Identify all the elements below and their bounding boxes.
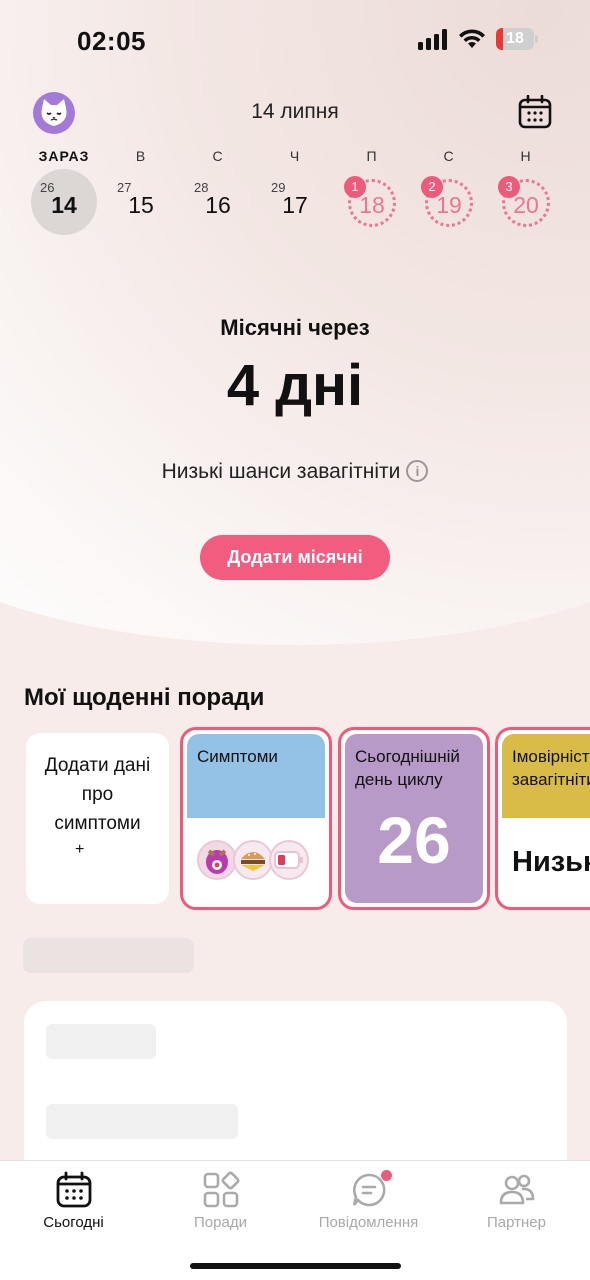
date-number: 18: [359, 192, 385, 218]
date-number: 17: [282, 192, 308, 218]
date-number: 15: [128, 192, 154, 218]
partner-icon: [499, 1174, 535, 1205]
month-title: 14 липня: [251, 100, 339, 123]
period-day-badge: 1: [344, 176, 366, 198]
day-today[interactable]: ЗАРАЗ 26 14: [28, 145, 100, 245]
pregnancy-title-line: Імовірність: [512, 747, 590, 766]
tab-label: Партнер: [487, 1214, 546, 1231]
app-screen: 02:05 18 14 липня ЗАРАЗ 26 14 В 27 15 С …: [0, 0, 590, 1280]
date-number: 19: [436, 192, 462, 218]
day-of-week: П: [366, 148, 378, 164]
day-item[interactable]: В 27 15: [105, 145, 177, 245]
cycle-day-title-line: день циклу: [355, 770, 443, 789]
add-symptoms-text: Додати дані про симптоми: [26, 751, 169, 838]
loading-placeholder-title: [23, 938, 194, 973]
symptom-icons: [197, 840, 325, 882]
status-time: 02:05: [77, 26, 146, 56]
tab-tips[interactable]: Поради: [147, 1161, 294, 1241]
tab-partner[interactable]: Партнер: [443, 1161, 590, 1241]
cramps-icon: [197, 840, 237, 880]
tab-label: Поради: [194, 1214, 247, 1231]
cellular-signal-icon: [418, 28, 450, 50]
day-of-week: Н: [520, 148, 532, 164]
cycle-day-card-title: Сьогоднішній день циклу: [355, 745, 460, 791]
tab-label: Сьогодні: [43, 1214, 104, 1231]
pregnancy-chance-text: Низькі шанси завагітніти i: [0, 460, 590, 484]
calendar-icon: [56, 1171, 92, 1208]
battery-indicator: 18: [496, 28, 538, 50]
add-symptoms-line: про: [81, 784, 114, 805]
day-of-week: С: [443, 148, 455, 164]
pregnancy-chance-label: Низькі шанси завагітніти: [161, 460, 401, 483]
add-symptoms-line: симптоми: [54, 813, 141, 834]
notification-dot: [381, 1170, 392, 1181]
loading-placeholder-line: [46, 1104, 238, 1139]
pregnancy-title-line: завагітніти: [512, 770, 590, 789]
pregnancy-chance-value: Низька: [512, 846, 590, 878]
home-indicator: [190, 1263, 401, 1269]
day-of-week: ЗАРАЗ: [38, 148, 90, 164]
cycle-day-tip-card[interactable]: Сьогоднішній день циклу 26: [338, 727, 490, 910]
day-item[interactable]: С 28 16: [182, 145, 254, 245]
tab-today[interactable]: Сьогодні: [0, 1161, 147, 1241]
loading-placeholder-line: [46, 1024, 156, 1059]
info-icon[interactable]: i: [406, 460, 429, 482]
day-of-week: Ч: [289, 148, 301, 164]
day-predicted-period[interactable]: С 19 2: [413, 145, 485, 245]
grid-icon: [203, 1171, 240, 1208]
date-number: 20: [513, 192, 539, 218]
date-number: 16: [205, 192, 231, 218]
add-symptoms-line: Додати дані: [44, 755, 151, 776]
day-predicted-period[interactable]: П 18 1: [336, 145, 408, 245]
cycle-day-value: 26: [377, 803, 451, 877]
daily-tips-title: Мої щоденні поради: [24, 684, 265, 711]
pregnancy-chance-tip-card[interactable]: Імовірність завагітніти Низька: [495, 727, 590, 910]
day-of-week: С: [212, 148, 224, 164]
tab-label: Повідомлення: [318, 1214, 419, 1231]
symptoms-card-title: Симптоми: [197, 747, 278, 766]
day-of-week: В: [135, 148, 147, 164]
date-number: 14: [51, 192, 77, 218]
plus-icon[interactable]: +: [75, 841, 121, 887]
cravings-burger-icon: [233, 840, 273, 880]
day-predicted-period[interactable]: Н 20 3: [490, 145, 562, 245]
low-energy-battery-icon: [269, 840, 309, 880]
pregnancy-card-title: Імовірність завагітніти: [512, 745, 590, 791]
add-period-button[interactable]: Додати місячні: [200, 535, 390, 580]
battery-percent: 18: [506, 30, 524, 47]
symptoms-tip-card[interactable]: Симптоми: [180, 727, 332, 910]
day-item[interactable]: Ч 29 17: [259, 145, 331, 245]
bottom-tab-bar: Сьогодні Поради Повідомлення Партнер: [0, 1160, 590, 1280]
period-day-badge: 3: [498, 176, 520, 198]
period-day-badge: 2: [421, 176, 443, 198]
status-bar: 02:05 18: [0, 0, 590, 80]
cycle-day-title-line: Сьогоднішній: [355, 747, 460, 766]
period-countdown-label: Місячні через: [220, 315, 370, 340]
tab-messages[interactable]: Повідомлення: [295, 1161, 442, 1241]
calendar-icon[interactable]: [518, 95, 552, 129]
week-strip: ЗАРАЗ 26 14 В 27 15 С 28 16 Ч 29 17 П 18…: [28, 145, 568, 245]
wifi-icon: [459, 29, 485, 48]
period-countdown-value: 4 дні: [226, 353, 364, 418]
